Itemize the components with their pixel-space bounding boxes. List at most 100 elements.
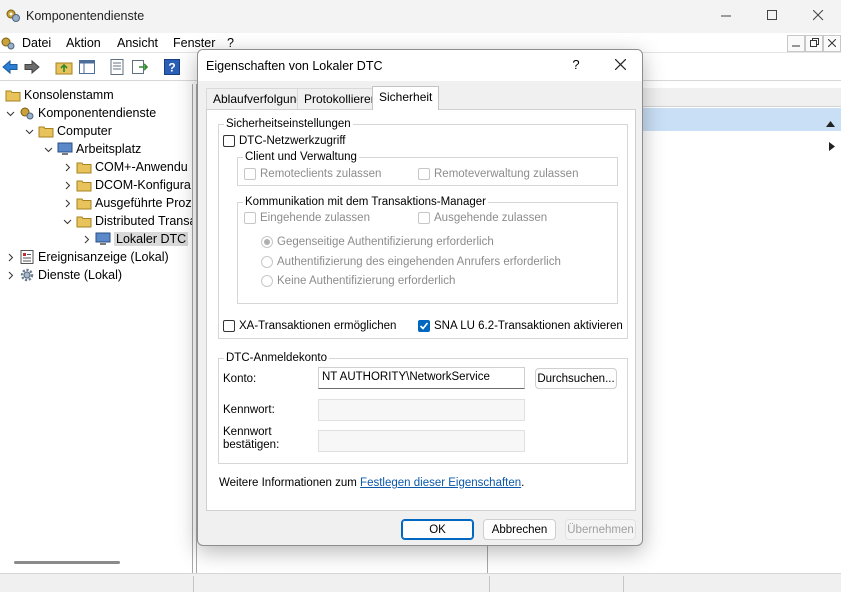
- minimize-icon: [792, 39, 800, 49]
- mdi-restore-button[interactable]: [805, 35, 823, 52]
- info-link[interactable]: Festlegen dieser Eigenschaften: [360, 477, 521, 489]
- tree-item-komponentendienste[interactable]: Komponentendienste: [4, 104, 156, 122]
- chevron-right-icon[interactable]: [4, 269, 16, 281]
- tree-horizontal-scrollbar[interactable]: [14, 561, 120, 564]
- confirm-password-input[interactable]: [318, 430, 525, 452]
- chevron-down-icon[interactable]: [23, 125, 35, 137]
- help-icon[interactable]: ?: [163, 58, 181, 76]
- tree-item-lokaler-dtc[interactable]: Lokaler DTC: [80, 230, 189, 248]
- chevron-right-icon[interactable]: [80, 233, 92, 245]
- export-list-icon[interactable]: [131, 58, 149, 76]
- apply-button[interactable]: Übernehmen: [565, 519, 636, 540]
- dtc-network-access-checkbox[interactable]: DTC-Netzwerkzugriff: [223, 135, 346, 147]
- chevron-down-icon[interactable]: [42, 143, 54, 155]
- browse-button[interactable]: Durchsuchen...: [535, 368, 617, 389]
- menu-datei[interactable]: Datei: [22, 36, 51, 50]
- collapse-arrow-icon[interactable]: [826, 116, 835, 130]
- tree-item-com-plus[interactable]: COM+-Anwendu: [61, 158, 188, 176]
- checkbox-label: Remoteverwaltung zulassen: [434, 168, 579, 180]
- remote-clients-checkbox[interactable]: Remoteclients zulassen: [244, 168, 381, 180]
- checkbox-box: [418, 168, 430, 180]
- checkbox-label: XA-Transaktionen ermöglichen: [239, 320, 397, 332]
- maximize-button[interactable]: [749, 0, 795, 33]
- dialog-close-button[interactable]: [604, 55, 636, 77]
- mutual-auth-radio[interactable]: Gegenseitige Authentifizierung erforderl…: [261, 236, 494, 248]
- checkbox-box: [244, 212, 256, 224]
- chevron-right-icon[interactable]: [61, 179, 73, 191]
- mdi-minimize-button[interactable]: [787, 35, 805, 52]
- tree-item-dienste[interactable]: Dienste (Lokal): [4, 266, 122, 284]
- account-label: Konto:: [223, 373, 257, 385]
- menu-help[interactable]: ?: [227, 36, 234, 50]
- checkbox-label: DTC-Netzwerkzugriff: [239, 135, 346, 147]
- tree-item-ereignisanzeige[interactable]: Ereignisanzeige (Lokal): [4, 248, 169, 266]
- minimize-button[interactable]: [703, 0, 749, 33]
- folder-icon: [76, 213, 92, 229]
- group-label: Kommunikation mit dem Transaktions-Manag…: [243, 196, 488, 208]
- forward-arrow-icon[interactable]: [23, 58, 41, 76]
- close-icon: [614, 58, 626, 73]
- show-hide-tree-icon[interactable]: [78, 58, 96, 76]
- computer-icon: [95, 231, 111, 247]
- dialog-title: Eigenschaften von Lokaler DTC: [206, 59, 383, 73]
- properties-icon[interactable]: [108, 58, 126, 76]
- folder-icon: [38, 123, 54, 139]
- tab-sicherheit[interactable]: Sicherheit: [372, 86, 440, 110]
- component-services-icon: [5, 8, 21, 24]
- inbound-checkbox[interactable]: Eingehende zulassen: [244, 212, 370, 224]
- chevron-down-icon[interactable]: [4, 107, 16, 119]
- confirm-password-label-line1: Kennwort: [223, 426, 272, 438]
- tree-item-arbeitsplatz[interactable]: Arbeitsplatz: [42, 140, 141, 158]
- tree-item-running-processes[interactable]: Ausgeführte Proz: [61, 194, 192, 212]
- system-menu-icon[interactable]: [0, 35, 16, 51]
- statusbar-divider: [193, 576, 194, 592]
- sna-lu-checkbox[interactable]: SNA LU 6.2-Transaktionen aktivieren: [418, 320, 623, 332]
- tab-ablaufverfolgung[interactable]: Ablaufverfolgung: [206, 88, 311, 109]
- cancel-button[interactable]: Abbrechen: [483, 519, 556, 540]
- folder-up-icon[interactable]: [55, 58, 73, 76]
- radio-label: Authentifizierung des eingehenden Anrufe…: [277, 256, 561, 268]
- checkbox-label: Ausgehende zulassen: [434, 212, 548, 224]
- outbound-checkbox[interactable]: Ausgehende zulassen: [418, 212, 547, 224]
- xa-transactions-checkbox[interactable]: XA-Transaktionen ermöglichen: [223, 320, 396, 332]
- computer-icon: [57, 141, 73, 157]
- tree-item-computer[interactable]: Computer: [23, 122, 112, 140]
- mdi-close-button[interactable]: [823, 35, 841, 52]
- password-input[interactable]: [318, 399, 525, 421]
- event-viewer-icon: [19, 249, 35, 265]
- dialog-help-button[interactable]: ?: [568, 57, 584, 72]
- statusbar-divider: [623, 576, 624, 592]
- checkbox-box: [223, 320, 235, 332]
- tree-item-label: Komponentendienste: [38, 106, 157, 120]
- component-services-icon: [19, 105, 35, 121]
- close-icon: [812, 9, 824, 24]
- ok-button[interactable]: OK: [401, 519, 474, 540]
- account-input[interactable]: NT AUTHORITY\NetworkService: [318, 367, 525, 389]
- chevron-down-icon[interactable]: [61, 215, 73, 227]
- menu-aktion[interactable]: Aktion: [66, 36, 101, 50]
- close-window-button[interactable]: [795, 0, 841, 33]
- menu-ansicht[interactable]: Ansicht: [117, 36, 158, 50]
- menu-fenster[interactable]: Fenster: [173, 36, 215, 50]
- tree-item-distributed-transactions[interactable]: Distributed Transa: [61, 212, 193, 230]
- remote-admin-checkbox[interactable]: Remoteverwaltung zulassen: [418, 168, 578, 180]
- folder-icon: [5, 87, 21, 103]
- chevron-right-icon[interactable]: [61, 161, 73, 173]
- actions-pane-section[interactable]: [640, 108, 841, 131]
- tree-item-label: Lokaler DTC: [114, 232, 189, 246]
- tree-item-label: Distributed Transa: [95, 214, 193, 228]
- chevron-right-icon[interactable]: [61, 197, 73, 209]
- statusbar: [0, 573, 841, 592]
- window-title: Komponentendienste: [26, 9, 145, 23]
- chevron-right-icon[interactable]: [4, 251, 16, 263]
- tree-pane[interactable]: Konsolenstamm Komponentendienste Compute…: [0, 84, 193, 573]
- checkbox-box: [244, 168, 256, 180]
- actions-pane-header: [640, 88, 841, 107]
- back-arrow-icon[interactable]: [1, 58, 19, 76]
- tree-item-dcom[interactable]: DCOM-Konfigura: [61, 176, 191, 194]
- more-actions-arrow-icon[interactable]: [829, 140, 835, 154]
- tree-item-konsolenstamm[interactable]: Konsolenstamm: [2, 86, 114, 104]
- services-gear-icon: [19, 267, 35, 283]
- no-auth-radio[interactable]: Keine Authentifizierung erforderlich: [261, 275, 455, 287]
- incoming-caller-auth-radio[interactable]: Authentifizierung des eingehenden Anrufe…: [261, 256, 561, 268]
